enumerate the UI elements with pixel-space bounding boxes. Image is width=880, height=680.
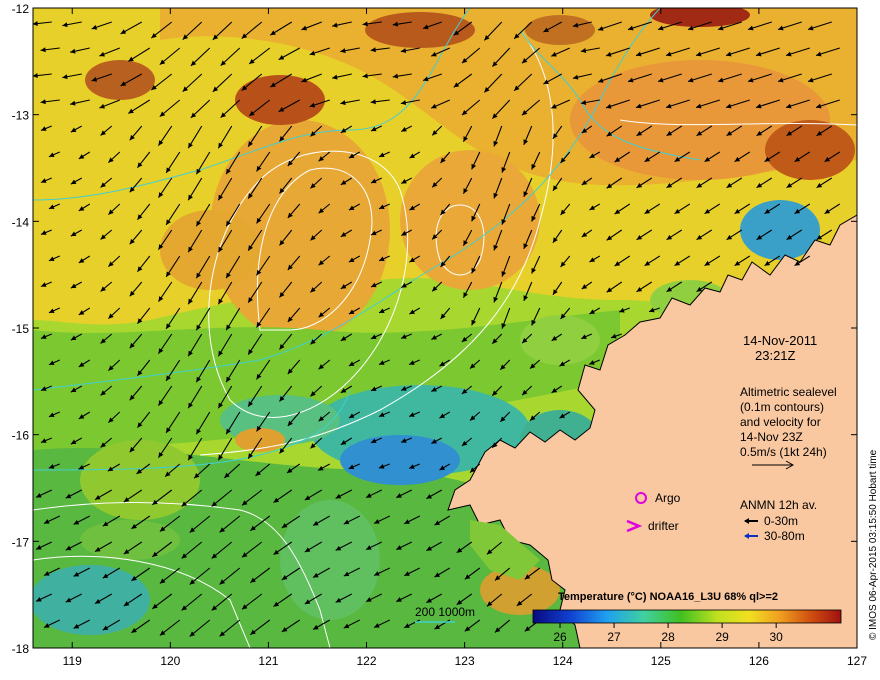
sst-map: 119 120 121 122 123 124 125 126 127 -12 -13 -14 -15…	[12, 2, 879, 668]
argo-label: Argo	[655, 491, 681, 505]
altimetry-line-4: 14-Nov 23Z	[740, 430, 803, 444]
colorbar-tick-label: 27	[607, 630, 621, 644]
lat-tick-label: -14	[12, 215, 30, 229]
time-label: 23:21Z	[755, 348, 796, 363]
lat-tick-label: -12	[12, 2, 30, 16]
lon-tick-label: 120	[160, 654, 180, 668]
anmn-shallow-label: 0-30m	[764, 514, 798, 528]
lon-tick-label: 121	[258, 654, 278, 668]
colorbar-gradient	[532, 609, 842, 624]
lat-tick-label: -16	[12, 429, 30, 443]
isobath-label: 200 1000m	[415, 605, 475, 619]
credit-label: © IMOS 06-Apr-2015 03:15:50 Hobart time	[868, 449, 879, 640]
anmn-title: ANMN 12h av.	[740, 498, 817, 512]
lon-tick-label: 122	[357, 654, 377, 668]
altimetry-line-3: and velocity for	[740, 415, 821, 429]
colorbar-title: Temperature (°C) NOAA16_L3U 68% ql>=2	[558, 591, 778, 603]
lat-tick-label: -17	[12, 535, 30, 549]
lon-tick-label: 124	[553, 654, 573, 668]
lon-tick-label: 119	[63, 654, 82, 668]
date-label: 14-Nov-2011	[743, 333, 817, 348]
lat-tick-label: -18	[12, 642, 30, 656]
lon-tick-label: 127	[847, 654, 867, 668]
lon-tick-label: 126	[749, 654, 769, 668]
colorbar-tick-label: 28	[661, 630, 675, 644]
colorbar-tick-label: 26	[553, 630, 567, 644]
altimetry-line-5: 0.5m/s (1kt 24h)	[740, 445, 827, 459]
altimetry-line-1: Altimetric sealevel	[740, 385, 837, 399]
lon-tick-label: 123	[455, 654, 475, 668]
lon-tick-label: 125	[651, 654, 671, 668]
anmn-deep-label: 30-80m	[764, 529, 805, 543]
drifter-label: drifter	[648, 519, 679, 533]
colorbar-tick-label: 29	[715, 630, 729, 644]
colorbar-tick-label: 30	[769, 630, 783, 644]
altimetry-line-2: (0.1m contours)	[740, 400, 824, 414]
lat-tick-label: -15	[12, 322, 30, 336]
lat-tick-label: -13	[12, 109, 30, 123]
